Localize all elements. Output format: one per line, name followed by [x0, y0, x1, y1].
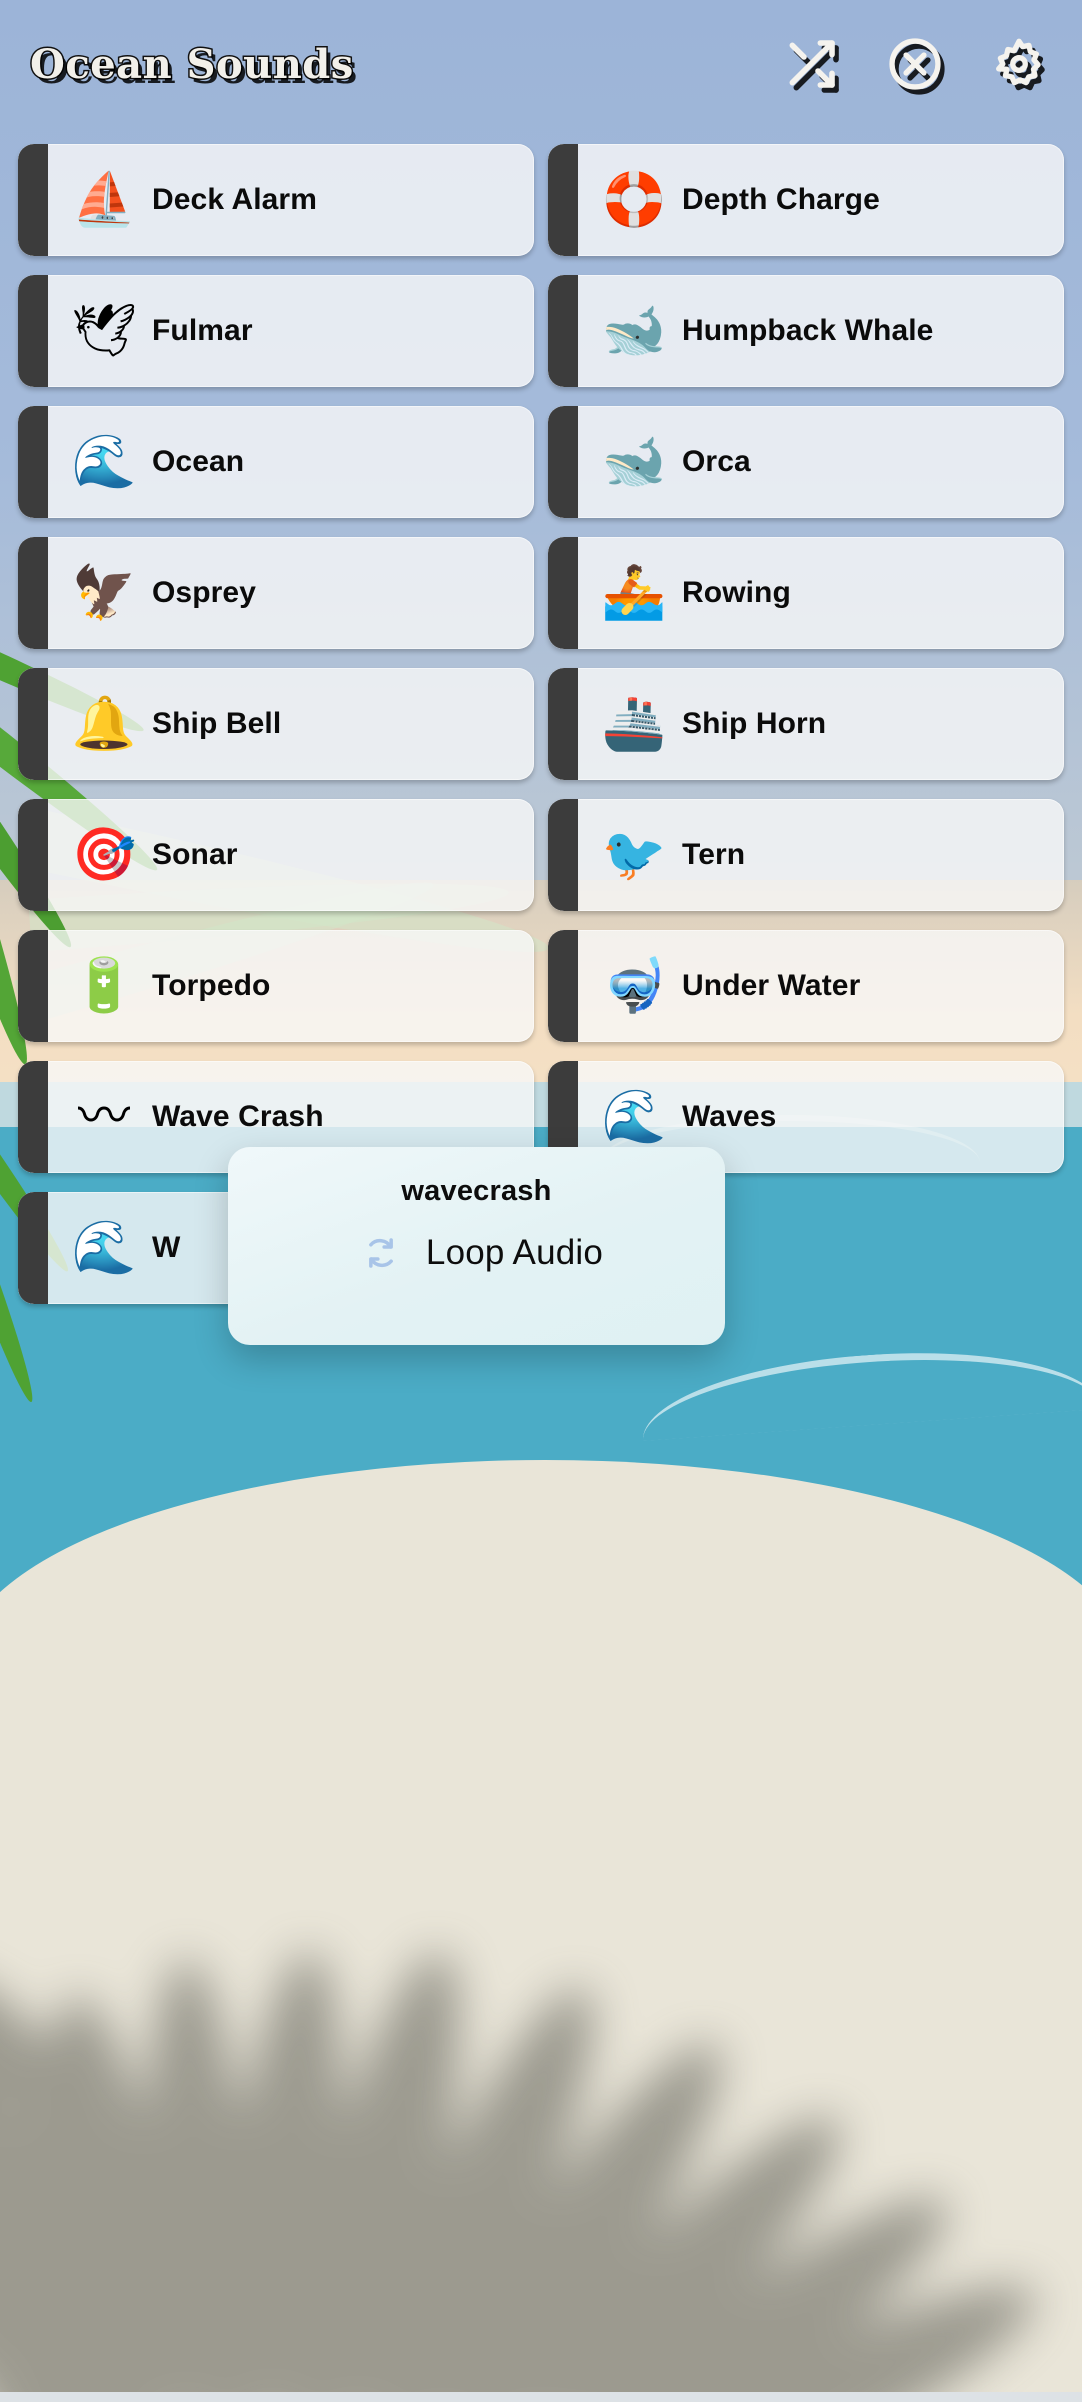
shuffle-button[interactable] [782, 35, 840, 93]
ocean-waves-icon: 🌊 [71, 432, 137, 491]
sound-button-label: Fulmar [152, 313, 253, 347]
sound-grid-cell: 🛟 Depth Charge [548, 134, 1064, 265]
orca-icon: 🐋 [601, 432, 667, 491]
system-bottom-strip [0, 2392, 1082, 2402]
sound-button[interactable]: 🤿 Under Water [548, 929, 1064, 1042]
sound-grid-cell: 🔔 Ship Bell [18, 658, 534, 789]
sound-button-label: Osprey [152, 575, 256, 609]
stop-circle-icon [886, 35, 944, 93]
sound-button[interactable]: 🎯 Sonar [18, 798, 534, 911]
ship-bell-icon: 🔔 [71, 694, 137, 753]
sound-grid-cell: 🌊 Ocean [18, 396, 534, 527]
fulmar-bird-icon: 🕊 [70, 301, 137, 360]
sound-grid-cell: ⛵ Deck Alarm [18, 134, 534, 265]
sound-button-label: Ship Horn [682, 706, 827, 740]
sound-button-label: Waves [682, 1099, 777, 1133]
sound-button-label: Rowing [682, 575, 791, 609]
sound-button-label: Tern [682, 837, 746, 871]
sound-button-label: Sonar [152, 837, 238, 871]
settings-button[interactable] [990, 35, 1048, 93]
sound-button[interactable]: 🚢 Ship Horn [548, 667, 1064, 780]
sound-button-label: Humpback Whale [682, 313, 934, 347]
sound-button-label: Torpedo [152, 968, 271, 1002]
loop-icon [358, 1230, 404, 1276]
sailboat-icon: ⛵ [71, 170, 137, 229]
sound-button[interactable]: 🦅 Osprey [18, 536, 534, 649]
popup-title: wavecrash [401, 1175, 552, 1207]
sound-options-popup: wavecrash Loop Audio [228, 1147, 725, 1345]
sound-button[interactable]: 🕊 Fulmar [18, 274, 534, 387]
sound-grid-cell: 🚣 Rowing [548, 527, 1064, 658]
page-title: Ocean Sounds [29, 39, 355, 89]
sound-button-label: Wave Crash [152, 1099, 324, 1133]
sound-button[interactable]: 🐋 Humpback Whale [548, 274, 1064, 387]
sound-grid-cell: 🔋 Torpedo [18, 920, 534, 1051]
sound-button[interactable]: ⛵ Deck Alarm [18, 143, 534, 256]
sonar-icon: 🎯 [71, 825, 137, 884]
sound-grid-cell: 🤿 Under Water [548, 920, 1064, 1051]
sound-button[interactable]: 🐋 Orca [548, 405, 1064, 518]
sound-button-label: Under Water [682, 968, 861, 1002]
torpedo-icon: 🔋 [71, 956, 137, 1015]
water-wave-icon: 🌊 [71, 1218, 137, 1277]
sound-button[interactable]: 🌊 Ocean [18, 405, 534, 518]
sound-button-label: Depth Charge [682, 182, 880, 216]
app-root: Ocean Sounds ⛵ Deck Alarm 🛟 Depth Charge… [0, 0, 1082, 2402]
sound-button-label: Orca [682, 444, 751, 478]
sound-grid-cell: 🕊 Fulmar [18, 265, 534, 396]
gear-icon [990, 35, 1048, 93]
header-actions [782, 35, 1048, 93]
sound-grid-cell: 🐋 Humpback Whale [548, 265, 1064, 396]
sound-grid-cell: 🎯 Sonar [18, 789, 534, 920]
sound-button[interactable]: 🐦 Tern [548, 798, 1064, 911]
sound-grid-cell: 🐦 Tern [548, 789, 1064, 920]
sound-button-label: W [152, 1230, 181, 1264]
wave-crash-icon: 〰 [77, 1087, 130, 1146]
lower-sand-flat [0, 1660, 1082, 2402]
rowing-icon: 🚣 [601, 563, 667, 622]
loop-audio-option[interactable]: Loop Audio [350, 1230, 603, 1276]
sound-button-label: Deck Alarm [152, 182, 317, 216]
sound-button[interactable]: 🔔 Ship Bell [18, 667, 534, 780]
waves-icon: 🌊 [601, 1087, 667, 1146]
stop-button[interactable] [886, 35, 944, 93]
sound-grid-cell: 🚢 Ship Horn [548, 658, 1064, 789]
app-header: Ocean Sounds [0, 0, 1082, 128]
sound-button-grid: ⛵ Deck Alarm 🛟 Depth Charge 🕊 Fulmar 🐋 Humpback… [0, 134, 1082, 1313]
loop-audio-label: Loop Audio [425, 1233, 604, 1272]
sound-button[interactable]: 🛟 Depth Charge [548, 143, 1064, 256]
osprey-icon: 🦅 [71, 563, 137, 622]
sound-button[interactable]: 🚣 Rowing [548, 536, 1064, 649]
sound-button-label: Ship Bell [152, 706, 282, 740]
sound-button-label: Ocean [152, 444, 245, 478]
humpback-whale-icon: 🐋 [601, 301, 667, 360]
ship-horn-icon: 🚢 [601, 694, 667, 753]
sound-grid-cell: 🐋 Orca [548, 396, 1064, 527]
snorkel-mask-icon: 🤿 [601, 956, 667, 1015]
tern-bird-icon: 🐦 [601, 825, 667, 884]
sound-grid-cell: 🦅 Osprey [18, 527, 534, 658]
shuffle-icon [783, 36, 839, 92]
depth-charge-icon: 🛟 [601, 170, 667, 229]
sound-button[interactable]: 🔋 Torpedo [18, 929, 534, 1042]
